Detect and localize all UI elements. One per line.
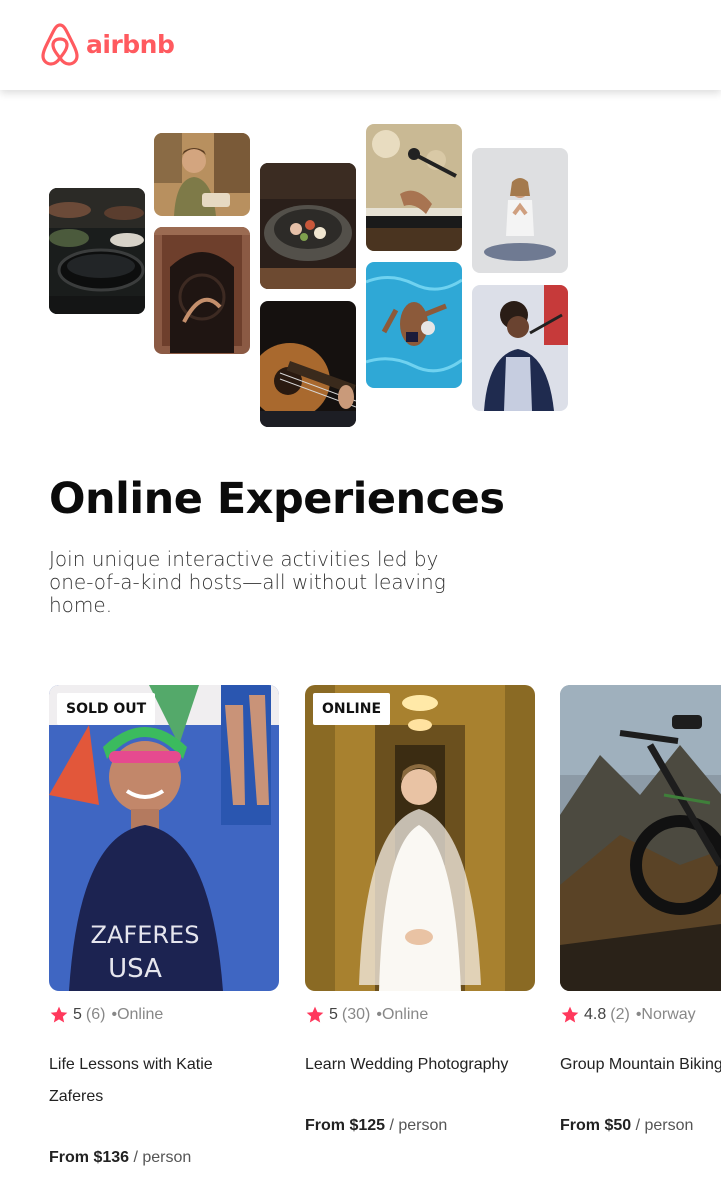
photo-yoga [472,148,568,273]
location-label: •Norway [635,1006,696,1023]
status-badge: ONLINE [313,693,391,725]
price-label: From $50 / person [560,1117,693,1135]
price-amount: From $136 [49,1149,130,1166]
experience-image[interactable]: ONLINE [305,685,535,991]
rating-value: 4.8 [584,1006,607,1023]
photo-food-bowl [260,163,356,289]
review-count: (6) [85,1006,106,1023]
review-count: (2) [610,1006,630,1023]
price-amount: From $125 [305,1117,386,1134]
photo-cooking [49,188,145,314]
airbnb-logo[interactable]: airbnb [40,22,175,66]
price-unit: / person [129,1149,192,1166]
rating-value: 5 [329,1006,338,1023]
experience-image[interactable] [560,685,721,991]
page-subtitle: Join unique interactive activities led b… [49,547,446,617]
experience-image[interactable]: ZAFERES USA SOLD OUT [49,685,279,991]
experience-card[interactable]: ZAFERES USA SOLD OUT 5 (6) •Online Life … [49,685,279,1166]
review-count: (30) [341,1006,371,1023]
brand-name: airbnb [86,29,175,59]
experience-title[interactable]: Group Mountain Biking [560,1049,721,1081]
svg-text:USA: USA [108,954,162,984]
experience-card[interactable]: ONLINE 5 (30) •Online Learn Wedding Phot… [305,685,535,1134]
top-navbar: airbnb [0,0,721,90]
location-label: •Online [376,1006,429,1023]
experience-title[interactable]: Learn Wedding Photography [305,1049,545,1081]
photo-guitar [260,301,356,427]
price-amount: From $50 [560,1117,632,1134]
price-unit: / person [385,1117,448,1134]
status-badge: SOLD OUT [57,693,156,725]
photo-dancer-doorway [154,227,250,354]
page-title: Online Experiences [49,474,505,524]
airbnb-belo-icon [41,23,79,66]
rating-row: 5 (30) •Online [305,1005,428,1025]
svg-text:ZAFERES: ZAFERES [91,921,200,949]
star-icon [561,1006,579,1023]
rating-row: 5 (6) •Online [49,1005,163,1025]
price-label: From $125 / person [305,1117,447,1135]
experience-title[interactable]: Life Lessons with Katie Zaferes [49,1049,234,1113]
location-label: •Online [111,1006,164,1023]
photo-singer [472,285,568,411]
photo-baker [154,133,250,216]
photo-microphone-keyboard [366,124,462,251]
rating-row: 4.8 (2) •Norway [560,1005,696,1025]
price-label: From $136 / person [49,1149,191,1167]
rating-value: 5 [73,1006,82,1023]
star-icon [306,1006,324,1023]
star-icon [50,1006,68,1023]
experience-card[interactable]: 4.8 (2) •Norway Group Mountain Biking Fr… [560,685,721,1165]
price-unit: / person [631,1117,694,1134]
photo-swimmer [366,262,462,388]
